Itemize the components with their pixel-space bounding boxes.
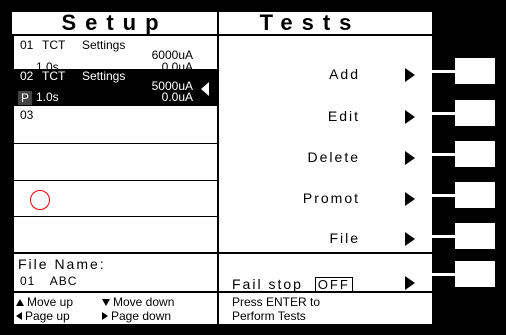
promot-arrow-icon	[405, 192, 415, 206]
file-name: ABC	[49, 274, 78, 288]
pass-badge: P	[18, 91, 32, 105]
test-slot-02[interactable]: 02 TCT Settings 5000uA P 1.0s 0.0uA	[14, 69, 217, 105]
footer-press-enter: Press ENTER to	[232, 295, 321, 309]
footer-divider	[12, 291, 432, 293]
menu-delete[interactable]: Delete	[308, 149, 360, 165]
selection-arrow-icon	[201, 82, 209, 96]
softkey-promot[interactable]	[455, 182, 495, 208]
softkey-connector	[432, 112, 456, 115]
fail-stop-arrow-icon	[405, 276, 415, 290]
down-arrow-icon	[102, 299, 110, 306]
up-arrow-icon	[16, 299, 24, 306]
menu-fail-stop[interactable]: Fail stop OFF	[232, 276, 353, 292]
instrument-screen: Setup Tests 01 TCT Settings 6000uA 1.0s …	[12, 12, 432, 324]
file-arrow-icon	[405, 232, 415, 246]
header-divider	[12, 34, 432, 36]
softkey-fail-stop[interactable]	[455, 261, 495, 287]
menu-file[interactable]: File	[329, 230, 360, 246]
file-divider	[12, 252, 432, 254]
test-slot-empty[interactable]	[14, 144, 217, 180]
softkey-edit[interactable]	[455, 100, 495, 126]
menu-add[interactable]: Add	[329, 66, 360, 82]
footer-page-up: Page up	[16, 309, 70, 323]
softkey-connector	[432, 194, 456, 197]
red-circle-marker	[30, 190, 50, 210]
menu-edit[interactable]: Edit	[328, 108, 360, 124]
footer-move-up: Move up	[16, 295, 73, 309]
softkey-connector	[432, 273, 456, 276]
slot-number: 02	[20, 69, 34, 83]
footer-perform-tests: Perform Tests	[232, 309, 306, 323]
fail-stop-value: OFF	[314, 277, 353, 292]
menu-promot[interactable]: Promot	[303, 190, 360, 206]
delete-arrow-icon	[405, 151, 415, 165]
file-name-value: 01 ABC	[20, 274, 77, 288]
softkey-connector	[432, 70, 456, 73]
softkey-connector	[432, 235, 456, 238]
tests-title: Tests	[259, 10, 361, 35]
slot-settings-label: Settings	[82, 69, 126, 83]
slot-current-low: 0.0uA	[161, 90, 193, 104]
slot-mode: TCT	[42, 38, 66, 52]
slot-mode: TCT	[42, 69, 66, 83]
center-divider	[217, 12, 219, 324]
fail-stop-label: Fail stop	[232, 276, 303, 292]
softkey-connector	[432, 153, 456, 156]
slot-settings-label: Settings	[82, 38, 126, 52]
test-slot-empty[interactable]	[14, 217, 217, 252]
test-slot-03[interactable]: 03	[14, 108, 217, 142]
softkey-file[interactable]	[455, 223, 495, 249]
left-arrow-icon	[16, 312, 22, 320]
slot-number: 03	[20, 108, 34, 122]
slot-time: 1.0s	[36, 90, 59, 104]
file-number: 01	[20, 274, 36, 288]
footer-move-down: Move down	[102, 295, 174, 309]
right-arrow-icon	[102, 312, 108, 320]
footer-page-down: Page down	[102, 309, 171, 323]
setup-title: Setup	[61, 10, 168, 35]
slot-number: 01	[20, 38, 34, 52]
add-arrow-icon	[405, 68, 415, 82]
softkey-delete[interactable]	[455, 141, 495, 167]
softkey-add[interactable]	[455, 58, 495, 84]
file-name-label: File Name:	[18, 256, 106, 272]
edit-arrow-icon	[405, 110, 415, 124]
